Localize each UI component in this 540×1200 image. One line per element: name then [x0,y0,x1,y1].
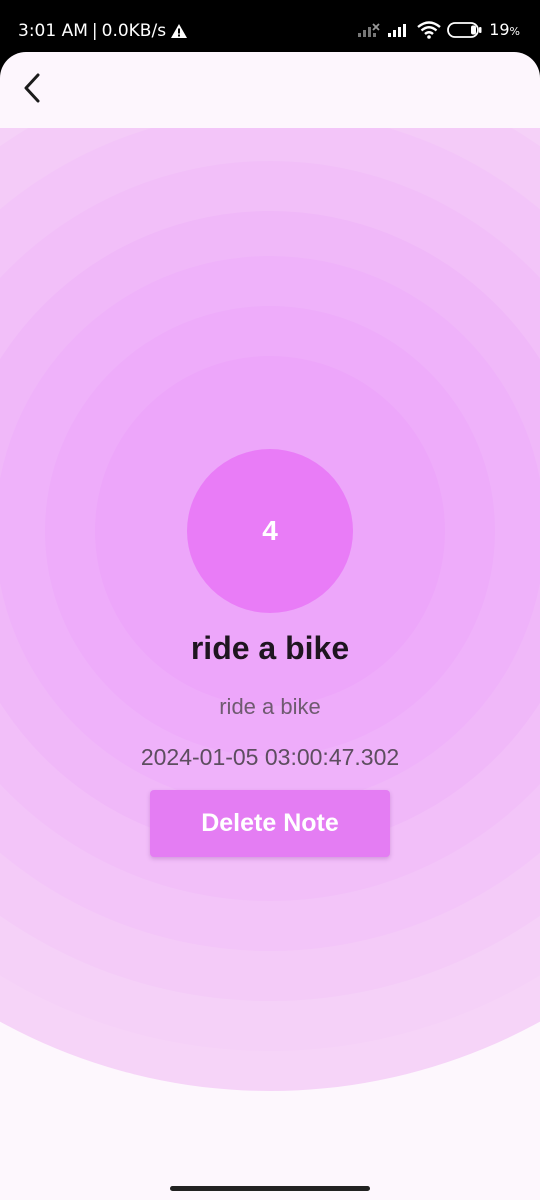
status-bar: 3:01 AM | 0.0KB/s 19% [0,0,540,52]
warning-icon [170,23,188,39]
battery-percent: 19% [489,20,520,39]
screen: 3:01 AM | 0.0KB/s 19% 4 ride a bike ride… [0,0,540,1200]
status-time: 3:01 AM [18,21,88,41]
status-separator: | [91,21,98,41]
note-title: ride a bike [190,630,350,666]
chevron-left-icon [21,72,43,109]
network-speed: 0.0KB/s [101,21,167,41]
note-index: 4 [262,515,278,546]
battery-icon [447,21,483,39]
battery-percent-value: 19 [489,20,510,39]
note-timestamp: 2024-01-05 03:00:47.302 [140,744,400,770]
app-bar [0,52,540,128]
note-index-avatar: 4 [187,449,353,613]
note-detail: 4 ride a bike ride a bike 2024-01-05 03:… [0,128,540,1200]
wifi-icon [417,20,441,39]
battery-percent-unit: % [509,25,520,38]
signal-off-icon [357,22,381,38]
signal-icon [387,22,411,38]
status-right: 19% [357,20,520,39]
status-left: 3:01 AM | 0.0KB/s [18,21,188,41]
home-indicator[interactable] [170,1186,370,1191]
delete-note-label: Delete Note [201,809,339,837]
back-button[interactable] [14,70,50,110]
delete-note-button[interactable]: Delete Note [150,790,390,857]
note-description: ride a bike [219,694,321,719]
